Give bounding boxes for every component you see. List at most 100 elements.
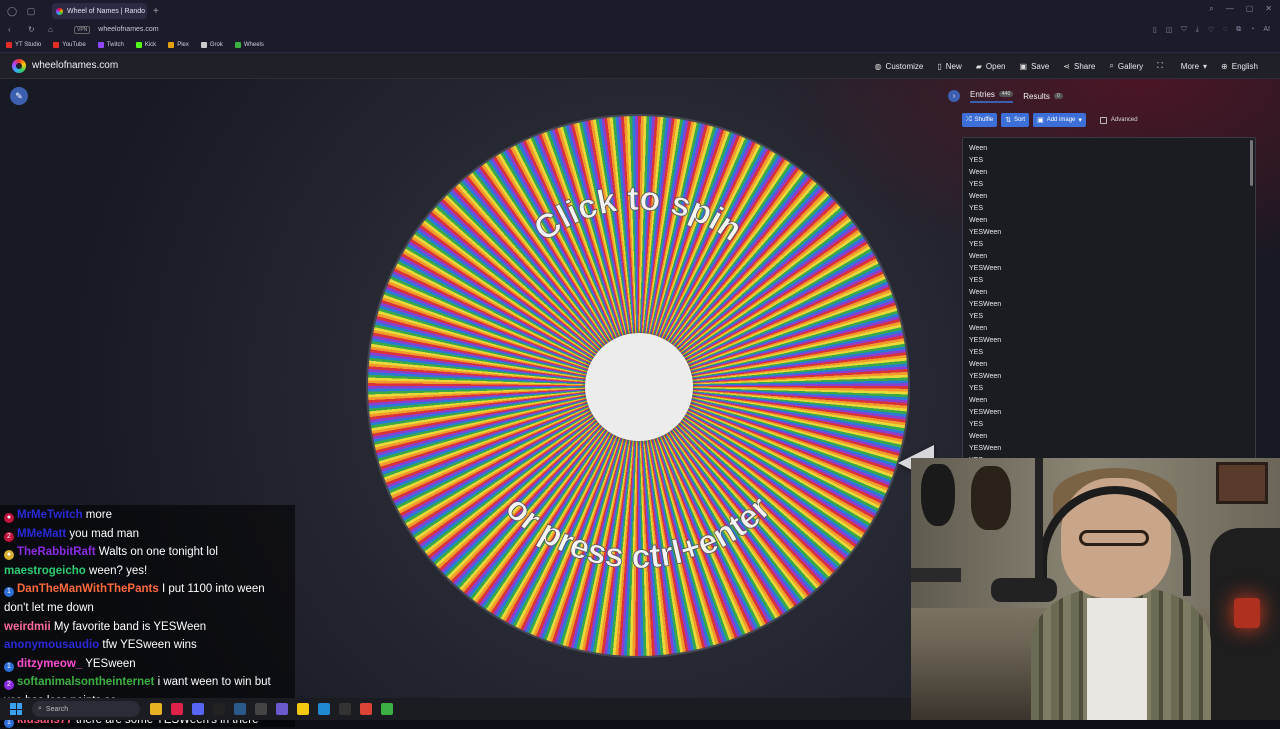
entries-scrollbar[interactable] <box>1250 140 1253 186</box>
chat-message: 1 ditzymeow_ YESween <box>4 655 291 674</box>
home-icon[interactable]: ⌂ <box>48 25 60 34</box>
search-tabs-icon[interactable]: ⌕ <box>1209 4 1213 14</box>
tab-entries[interactable]: Entries 440 <box>970 89 1014 103</box>
back-icon[interactable]: ‹ <box>8 25 20 34</box>
menu-share-button[interactable]: ⋖ Share <box>1063 62 1095 71</box>
menu-more-button[interactable]: More ▾ <box>1181 62 1207 71</box>
checkbox-box[interactable] <box>1099 116 1107 124</box>
shuffle-button[interactable]: ⤮ Shuffle <box>962 113 998 127</box>
taskbar-search[interactable]: ⌕ Search <box>32 701 140 717</box>
obs-icon[interactable] <box>255 703 267 715</box>
bookmark-grok[interactable]: Grok <box>200 41 223 48</box>
opera-menu-icon[interactable]: ◯ <box>5 4 19 18</box>
wheel[interactable]: Click to spin or press ctrl+enter <box>368 116 908 656</box>
chat-text: YESween <box>85 657 136 670</box>
x-icon[interactable] <box>339 703 351 715</box>
menu-label: Open <box>985 61 1006 71</box>
record-icon[interactable] <box>381 703 393 715</box>
ai-label[interactable]: AI <box>1263 26 1270 34</box>
image-icon: ▣ <box>1037 117 1044 124</box>
shield-icon[interactable]: ⛉ <box>1181 26 1186 34</box>
new-file-icon: ▯ <box>937 61 942 71</box>
entries-count-badge: 440 <box>998 91 1014 97</box>
entry-line: Ween <box>969 145 988 152</box>
url-field[interactable]: wheelofnames.com <box>98 26 158 33</box>
menu-new-button[interactable]: ▯ New <box>937 62 961 71</box>
snapshot-icon[interactable]: ◫ <box>1166 26 1173 34</box>
keyboard-image <box>911 568 961 582</box>
heart-icon[interactable]: ♡ <box>1208 26 1214 34</box>
profile-icon[interactable]: ◔ <box>1250 26 1254 34</box>
discord-icon[interactable] <box>192 703 204 715</box>
bookmark-wheels[interactable]: Wheels <box>234 41 264 48</box>
edit-pencil-button[interactable]: ✎ <box>10 87 28 105</box>
shuffle-label: Shuffle <box>974 117 994 123</box>
entry-line: YES <box>969 205 984 212</box>
chat-message: weirdmii My favorite band is YESWeen <box>4 618 291 637</box>
bookmark-twitch[interactable]: Twitch <box>97 41 124 48</box>
menu-save-button[interactable]: ▣ Save <box>1020 62 1050 71</box>
entries-list: Ween YES Ween YES Ween YES Ween YESWeen YES Ween Y… <box>969 143 1249 458</box>
menu-customize-button[interactable]: ◍ Customize <box>875 62 924 71</box>
site-name[interactable]: wheelofnames.com <box>32 60 118 71</box>
plex-icon <box>168 41 175 48</box>
tab-overview-icon[interactable]: ▢ <box>24 4 38 18</box>
entry-line: YES <box>969 421 984 428</box>
file-explorer-icon[interactable] <box>150 703 162 715</box>
tab-results[interactable]: Results 0 <box>1023 92 1063 101</box>
new-tab-icon[interactable]: + <box>153 6 159 17</box>
close-icon[interactable]: ✕ <box>1265 4 1272 14</box>
extensions-icon[interactable]: ⧉ <box>1236 26 1241 34</box>
bookmark-icon[interactable]: ▯ <box>1153 26 1157 34</box>
menu-gallery-button[interactable]: ⌕ Gallery <box>1109 61 1143 71</box>
entry-line: Ween <box>969 325 988 332</box>
vpn-badge[interactable]: VPN <box>74 25 91 34</box>
advanced-checkbox[interactable]: Advanced <box>1099 116 1138 124</box>
entry-line: YESWeen <box>969 337 1002 344</box>
chat-badge-icon: 2 <box>4 680 14 691</box>
entry-line: YES <box>969 157 984 164</box>
chat-text: tfw YESween wins <box>102 639 197 652</box>
tab-entries-label: Entries <box>970 89 995 99</box>
chat-username: MrMeTwitch <box>17 509 83 521</box>
entry-line: YESWeen <box>969 409 1002 416</box>
menu-open-button[interactable]: ▰ Open <box>976 62 1006 71</box>
guitar-image <box>921 464 955 526</box>
entry-line: YES <box>969 277 984 284</box>
minimize-icon[interactable]: — <box>1226 4 1234 14</box>
grok-icon <box>200 41 207 48</box>
add-image-button[interactable]: ▣ Add image ▾ <box>1033 113 1086 127</box>
tiktok-icon[interactable] <box>213 703 225 715</box>
shuffle-icon: ⤮ <box>966 116 972 123</box>
tab-wheel-of-names[interactable]: Wheel of Names | Rando <box>52 3 147 19</box>
chat-text: Walts on one tonight lol <box>98 546 218 559</box>
tab-title: Wheel of Names | Rando <box>67 7 146 15</box>
sort-label: Sort <box>1014 117 1026 123</box>
entry-line: Ween <box>969 253 988 260</box>
steam-icon[interactable] <box>234 703 246 715</box>
bookmark-kick[interactable]: Kick <box>135 41 156 48</box>
collapse-panel-icon[interactable]: › <box>948 90 960 102</box>
menu-english-button[interactable]: ⊕ English <box>1221 62 1258 71</box>
opera-gx-icon[interactable] <box>171 703 183 715</box>
windows-start-icon[interactable] <box>10 703 22 715</box>
messenger-icon[interactable]: ◌ <box>1223 26 1227 34</box>
maximize-icon[interactable]: ▢ <box>1246 4 1254 14</box>
chrome-icon[interactable] <box>360 703 372 715</box>
ring-app-icon[interactable] <box>276 703 288 715</box>
sort-button[interactable]: ⇅ Sort <box>1001 113 1030 127</box>
bookmark-youtube[interactable]: YouTube <box>53 41 86 48</box>
bookmark-plex[interactable]: Plex <box>168 41 189 48</box>
bookmark-yt-studio[interactable]: YT Studio <box>6 41 41 48</box>
address-bar-row: ‹ ↻ ⌂ VPN wheelofnames.com ▯ ◫ ⛉ ⤓ ♡ ◌ ⧉… <box>0 22 1280 37</box>
lamp-image <box>1234 598 1260 628</box>
reload-icon[interactable]: ↻ <box>28 25 40 34</box>
notes-icon[interactable] <box>297 703 309 715</box>
bookmarks-bar: YT Studio YouTube Twitch Kick Plex Grok Wheels <box>0 37 1280 53</box>
wheel-center-hub[interactable] <box>585 333 693 441</box>
wheel-logo-icon[interactable] <box>12 58 26 73</box>
download-icon[interactable]: ⤓ <box>1196 26 1199 34</box>
menu-fullscreen-button[interactable]: ⛶ <box>1157 61 1167 71</box>
entries-textarea[interactable]: Ween YES Ween YES Ween YES Ween YESWeen YES Ween Y… <box>962 137 1256 459</box>
vscode-icon[interactable] <box>318 703 330 715</box>
